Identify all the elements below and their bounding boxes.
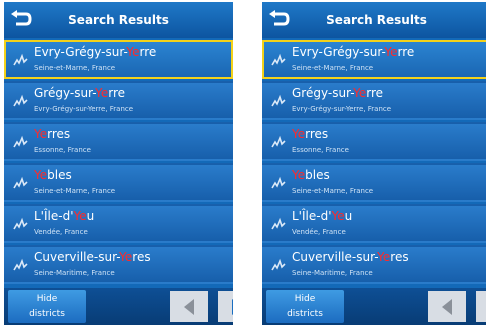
result-item[interactable]: Grégy-sur-Yerre Evry-Grégy-sur-Yerre, Fr…: [4, 81, 233, 120]
previous-page-button[interactable]: [170, 291, 208, 322]
city-icon: [271, 135, 286, 148]
result-subtitle: Essonne, France: [292, 146, 349, 154]
result-subtitle: Vendée, France: [34, 228, 88, 236]
next-page-button[interactable]: [476, 291, 486, 322]
screen-left: Search Results Evry-Grégy-sur-Yerre Sein…: [4, 2, 233, 325]
city-icon: [13, 135, 28, 148]
city-icon: [13, 94, 28, 107]
result-name: Yebles: [34, 168, 72, 182]
city-icon: [13, 176, 28, 189]
city-icon: [271, 258, 286, 271]
results-list: Evry-Grégy-sur-Yerre Seine-et-Marne, Fra…: [262, 40, 486, 286]
page-title: Search Results: [326, 13, 427, 27]
result-name: Evry-Grégy-sur-Yerre: [34, 45, 157, 59]
result-name: Yerres: [292, 127, 329, 141]
result-name: Cuverville-sur-Yeres: [34, 250, 151, 264]
result-subtitle: Evry-Grégy-sur-Yerre, France: [34, 105, 134, 113]
result-name: Cuverville-sur-Yeres: [292, 250, 409, 264]
result-subtitle: Essonne, France: [34, 146, 91, 154]
result-subtitle: Seine-et-Marne, France: [292, 64, 374, 72]
result-item[interactable]: Yerres Essonne, France: [262, 122, 486, 161]
result-item[interactable]: Yebles Seine-et-Marne, France: [262, 163, 486, 202]
result-subtitle: Evry-Grégy-sur-Yerre, France: [292, 105, 392, 113]
result-item[interactable]: L'Île-d'Yeu Vendée, France: [262, 204, 486, 243]
result-subtitle: Seine-et-Marne, France: [292, 187, 374, 195]
footer: Hide districts: [262, 288, 486, 325]
result-name: L'Île-d'Yeu: [34, 209, 95, 223]
city-icon: [271, 217, 286, 230]
previous-page-button[interactable]: [428, 291, 466, 322]
result-item[interactable]: Evry-Grégy-sur-Yerre Seine-et-Marne, Fra…: [262, 40, 486, 79]
footer: Hide districts: [4, 288, 233, 325]
page-title: Search Results: [68, 13, 169, 27]
result-name: Yerres: [34, 127, 71, 141]
result-name: Grégy-sur-Yerre: [292, 86, 384, 100]
city-icon: [271, 53, 286, 66]
city-icon: [271, 176, 286, 189]
result-item[interactable]: Grégy-sur-Yerre Evry-Grégy-sur-Yerre, Fr…: [262, 81, 486, 120]
result-name: Yebles: [292, 168, 330, 182]
result-item[interactable]: Yebles Seine-et-Marne, France: [4, 163, 233, 202]
result-name: Evry-Grégy-sur-Yerre: [292, 45, 415, 59]
left-arrow-icon: [184, 298, 194, 315]
header: Search Results: [4, 2, 233, 38]
result-item[interactable]: Cuverville-sur-Yeres Seine-Maritime, Fra…: [4, 245, 233, 284]
city-icon: [13, 217, 28, 230]
right-arrow-icon: [232, 298, 233, 315]
result-item[interactable]: Cuverville-sur-Yeres Seine-Maritime, Fra…: [262, 245, 486, 284]
city-icon: [13, 258, 28, 271]
results-list: Evry-Grégy-sur-Yerre Seine-et-Marne, Fra…: [4, 40, 233, 286]
screen-right: Search Results Evry-Grégy-sur-Yerre Sein…: [262, 2, 486, 325]
city-icon: [13, 53, 28, 66]
result-subtitle: Seine-Maritime, France: [292, 269, 373, 277]
result-name: Grégy-sur-Yerre: [34, 86, 126, 100]
city-icon: [271, 94, 286, 107]
result-item[interactable]: Evry-Grégy-sur-Yerre Seine-et-Marne, Fra…: [4, 40, 233, 79]
result-name: L'Île-d'Yeu: [292, 209, 353, 223]
result-subtitle: Seine-et-Marne, France: [34, 64, 116, 72]
header: Search Results: [262, 2, 486, 38]
result-item[interactable]: Yerres Essonne, France: [4, 122, 233, 161]
result-item[interactable]: L'Île-d'Yeu Vendée, France: [4, 204, 233, 243]
left-arrow-icon: [442, 298, 452, 315]
hide-districts-button[interactable]: Hide districts: [266, 290, 344, 323]
result-subtitle: Vendée, France: [292, 228, 346, 236]
next-page-button[interactable]: [218, 291, 233, 322]
result-subtitle: Seine-Maritime, France: [34, 269, 115, 277]
result-subtitle: Seine-et-Marne, France: [34, 187, 116, 195]
hide-districts-button[interactable]: Hide districts: [8, 290, 86, 323]
